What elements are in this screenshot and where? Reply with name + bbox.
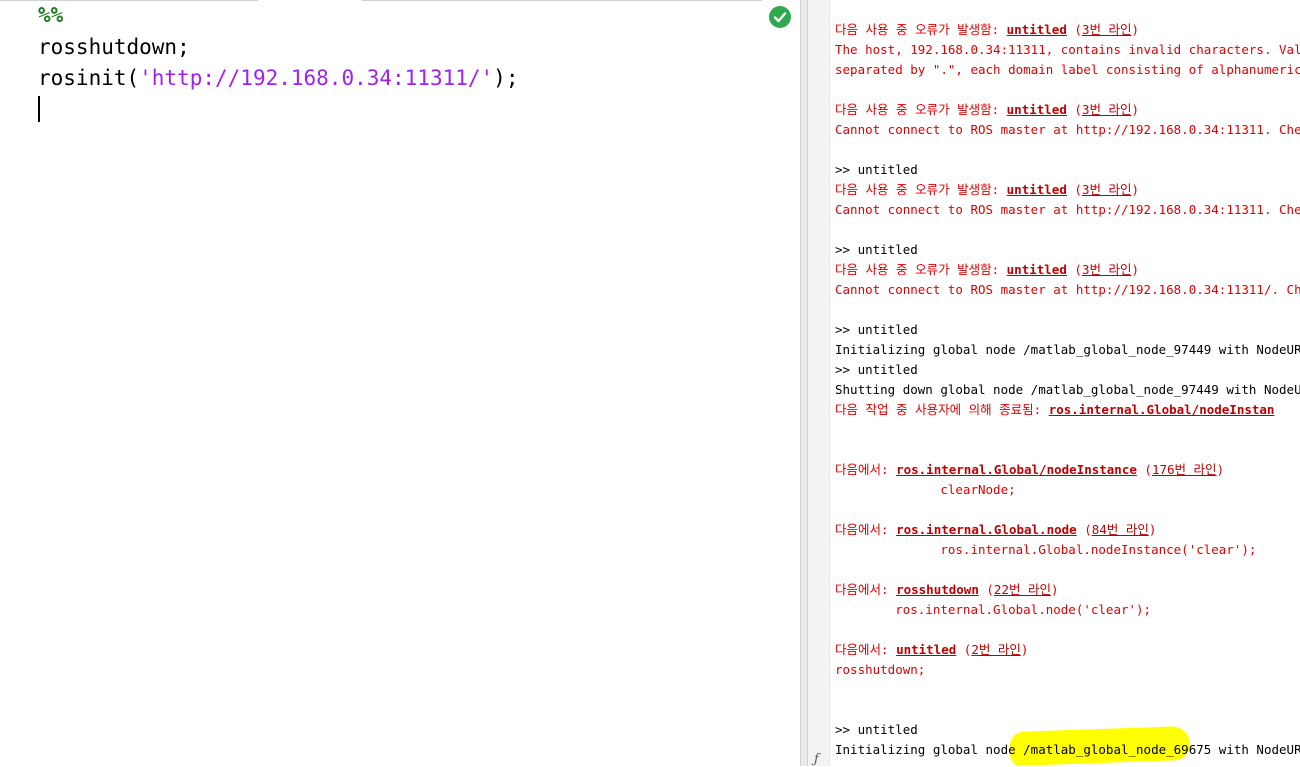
check-circle-icon[interactable]	[769, 6, 791, 28]
error-link[interactable]: rosshutdown	[896, 582, 979, 597]
error-text: 다음에서:	[835, 462, 897, 477]
error-text: 다음 작업 중 사용자에 의해 종료됨:	[835, 402, 1049, 417]
error-text: (	[956, 642, 972, 657]
code-string: 'http://192.168.0.34:11311/'	[139, 66, 494, 90]
error-text: )	[1131, 182, 1140, 197]
error-link[interactable]: untitled	[896, 642, 956, 657]
cmd-output-line: >> untitled	[835, 242, 918, 257]
error-text: 다음에서:	[835, 522, 897, 537]
error-text: 다음 사용 중 오류가 발생함:	[835, 22, 1007, 37]
error-text: (	[1066, 262, 1082, 277]
cmd-output-line: 다음 작업 중 사용자에 의해 종료됨: ros.internal.Global…	[835, 400, 1274, 420]
error-text: (	[978, 582, 994, 597]
error-text: (	[1066, 22, 1082, 37]
cell-marker: %%	[38, 3, 64, 27]
editor-status-gutter	[762, 0, 800, 766]
error-text: )	[1131, 262, 1140, 277]
cmd-output-line: 다음 사용 중 오류가 발생함: untitled (3번 라인)	[835, 100, 1139, 120]
cmd-output-line: clearNode;	[835, 482, 1016, 497]
error-text: )	[1131, 102, 1140, 117]
cmd-output-line: Shutting down global node /matlab_global…	[835, 382, 1300, 397]
error-text: 다음 사용 중 오류가 발생함:	[835, 182, 1007, 197]
code-line-1[interactable]: %%	[38, 0, 63, 30]
cmd-output-line: Cannot connect to ROS master at http://1…	[835, 122, 1300, 137]
error-text: 다음 사용 중 오류가 발생함:	[835, 102, 1007, 117]
cmd-output-line: separated by ".", each domain label cons…	[835, 62, 1300, 77]
error-link[interactable]: untitled	[1007, 102, 1067, 117]
error-link[interactable]: ros.internal.Global.node	[896, 522, 1077, 537]
cmd-output-line: Initializing global node /matlab_global_…	[835, 742, 1300, 757]
fx-prompt-icon[interactable]: ƒ	[814, 752, 819, 767]
cmd-output-line: 다음에서: rosshutdown (22번 라인)	[835, 580, 1059, 600]
cmd-output-line: 다음 사용 중 오류가 발생함: untitled (3번 라인)	[835, 20, 1139, 40]
line-ref-link[interactable]: 22번 라인	[994, 582, 1051, 597]
line-ref-link[interactable]: 176번 라인	[1152, 462, 1217, 477]
cmd-output-line: The host, 192.168.0.34:11311, contains i…	[835, 42, 1300, 57]
line-ref-link[interactable]: 3번 라인	[1082, 22, 1132, 37]
code-line-2[interactable]: rosshutdown;	[38, 32, 190, 62]
code-tail: );	[493, 66, 519, 90]
cmd-output-line: 다음 사용 중 오류가 발생함: untitled (3번 라인)	[835, 180, 1139, 200]
pane-splitter[interactable]	[800, 0, 808, 766]
error-link[interactable]: untitled	[1007, 22, 1067, 37]
error-text: )	[1131, 22, 1140, 37]
error-text: (	[1066, 102, 1082, 117]
error-text: )	[1216, 462, 1225, 477]
cmd-output-line: rosshutdown;	[835, 662, 926, 677]
error-text: )	[1148, 522, 1157, 537]
editor-top-border	[0, 0, 762, 1]
line-ref-link[interactable]: 84번 라인	[1092, 522, 1149, 537]
command-window-gutter	[808, 0, 830, 766]
cmd-output-line: >> untitled	[835, 322, 918, 337]
error-text: 다음에서:	[835, 642, 897, 657]
error-link[interactable]: ros.internal.Global/nodeInstance	[896, 462, 1137, 477]
cmd-output-line: 다음에서: ros.internal.Global/nodeInstance (…	[835, 460, 1224, 480]
cmd-output-line: >> untitled	[835, 722, 918, 737]
cmd-output-line: 다음 사용 중 오류가 발생함: untitled (3번 라인)	[835, 260, 1139, 280]
cmd-output-line: ros.internal.Global.nodeInstance('clear'…	[835, 542, 1257, 557]
cmd-output-line: ros.internal.Global.node('clear');	[835, 602, 1152, 617]
cmd-output-line: Initializing global node /matlab_global_…	[835, 342, 1300, 357]
error-text: (	[1076, 522, 1092, 537]
error-link[interactable]: ros.internal.Global/nodeInstan	[1049, 402, 1275, 417]
error-link[interactable]: untitled	[1007, 182, 1067, 197]
cmd-output-line: >> untitled	[835, 162, 918, 177]
error-text: (	[1066, 182, 1082, 197]
text-cursor	[38, 96, 40, 122]
cmd-output-line: 다음에서: ros.internal.Global.node (84번 라인)	[835, 520, 1156, 540]
line-ref-link[interactable]: 3번 라인	[1082, 262, 1132, 277]
editor-tab-gap	[258, 0, 362, 2]
cmd-output-line: Cannot connect to ROS master at http://1…	[835, 202, 1300, 217]
cmd-output-line: Cannot connect to ROS master at http://1…	[835, 282, 1300, 297]
line-ref-link[interactable]: 3번 라인	[1082, 182, 1132, 197]
code-line-3[interactable]: rosinit('http://192.168.0.34:11311/');	[38, 63, 518, 93]
error-link[interactable]: untitled	[1007, 262, 1067, 277]
line-ref-link[interactable]: 2번 라인	[971, 642, 1021, 657]
code-function: rosinit(	[38, 66, 140, 90]
error-text: 다음에서:	[835, 582, 897, 597]
code-editor[interactable]: %% rosshutdown; rosinit('http://192.168.…	[0, 0, 763, 766]
cmd-output-line: >> untitled	[835, 362, 918, 377]
error-text: (	[1136, 462, 1152, 477]
cmd-output-line: 다음에서: untitled (2번 라인)	[835, 640, 1028, 660]
line-ref-link[interactable]: 3번 라인	[1082, 102, 1132, 117]
error-text: 다음 사용 중 오류가 발생함:	[835, 262, 1007, 277]
error-text: )	[1020, 642, 1029, 657]
code-text: rosshutdown;	[38, 35, 190, 59]
error-text: )	[1051, 582, 1059, 597]
